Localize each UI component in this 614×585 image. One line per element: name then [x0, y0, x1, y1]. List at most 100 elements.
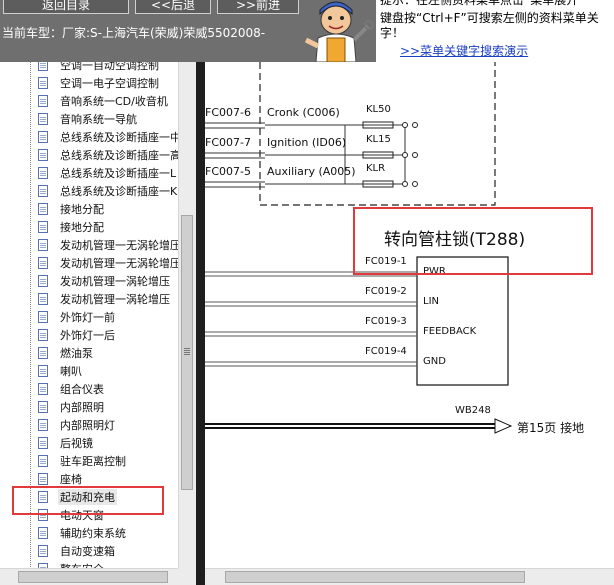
scroll-grip-icon [184, 348, 190, 355]
tree-item[interactable]: 发动机管理一涡轮增压 [0, 290, 178, 308]
tree-item-label: 空调一电子空调控制 [60, 77, 159, 90]
component-highlight-box [353, 207, 593, 275]
document-icon [38, 401, 48, 413]
tree-item[interactable]: 总线系统及诊断插座一中 [0, 128, 181, 146]
scrollbar-corner [178, 568, 196, 585]
tree-item-label: 外饰灯一前 [60, 311, 115, 324]
tree-item[interactable]: 发动机管理一无涡轮增压 [0, 236, 181, 254]
diagram-horizontal-scroll-thumb[interactable] [225, 571, 525, 583]
document-icon [38, 329, 48, 341]
lock-pin-number: FC019-2 [365, 286, 407, 297]
tree-item-label: 燃油泵 [60, 347, 93, 360]
header-bar: 返回目录 <<后退 >>前进 当前车型：厂家:S-上海汽车(荣威)荣威55020… [0, 0, 614, 62]
tree-item-label: 自动变速箱 [60, 545, 115, 558]
panel-splitter[interactable] [196, 62, 205, 585]
document-icon [38, 437, 48, 449]
document-icon [38, 419, 48, 431]
tree-item[interactable]: 音响系统一导航 [0, 110, 178, 128]
tree-item[interactable]: 总线系统及诊断插座一L [0, 164, 178, 182]
tree-item[interactable]: 驻车距离控制 [0, 452, 178, 470]
tree-item-label: 内部照明灯 [60, 419, 115, 432]
tree-item[interactable]: 空调一电子空调控制 [0, 74, 178, 92]
relay-pin-label: FC007-7 [205, 136, 251, 149]
tree-item[interactable]: 外饰灯一前 [0, 308, 178, 326]
tree-item[interactable]: 总线系统及诊断插座一高 [0, 146, 181, 164]
document-icon [38, 545, 48, 557]
tree-item-label: 总线系统及诊断插座一高 [60, 149, 181, 162]
relay-signal-label: Ignition (ID06) [267, 136, 347, 149]
tree-item[interactable]: 空调一自动空调控制 [0, 62, 178, 74]
tree-item[interactable]: 辅助约束系统 [0, 524, 178, 542]
mascot-mechanic-icon [304, 1, 374, 62]
tree-item[interactable]: 内部照明灯 [0, 416, 178, 434]
tree-item[interactable]: 外饰灯一后 [0, 326, 178, 344]
tree-item-label: 接地分配 [60, 203, 104, 216]
lock-pin-number: FC019-4 [365, 346, 407, 357]
tree-item[interactable]: 内部照明 [0, 398, 178, 416]
document-icon [38, 383, 48, 395]
relay-pin-label: FC007-5 [205, 165, 251, 178]
tree-item-label: 发动机管理一涡轮增压 [60, 275, 170, 288]
lock-pin-name: GND [423, 356, 446, 367]
tree-item-label: 外饰灯一后 [60, 329, 115, 342]
tree-item-label: 内部照明 [60, 401, 104, 414]
tree-item-label: 总线系统及诊断插座一K [60, 185, 178, 198]
document-icon [38, 473, 48, 485]
document-icon [38, 77, 48, 89]
tree-item[interactable]: 接地分配 [0, 200, 178, 218]
forward-button[interactable]: >>前进 [217, 0, 299, 14]
tree-item-label: 音响系统一导航 [60, 113, 137, 126]
tree-horizontal-scroll-thumb[interactable] [18, 571, 168, 583]
relay-name-label: KLR [366, 163, 386, 174]
tree-item-label: 驻车距离控制 [60, 455, 126, 468]
tree-item[interactable]: 总线系统及诊断插座一K [0, 182, 178, 200]
relay-name-label: KL15 [366, 134, 391, 145]
document-icon [38, 257, 48, 269]
tree-item-label: 后视镜 [60, 437, 93, 450]
tree-item-label: 空调一自动空调控制 [60, 62, 159, 72]
tree-item[interactable]: 发动机管理一涡轮增压 [0, 272, 178, 290]
tree-item[interactable]: 后视镜 [0, 434, 178, 452]
document-icon [38, 131, 48, 143]
document-icon [38, 167, 48, 179]
tree-item-label: 辅助约束系统 [60, 527, 126, 540]
document-icon [38, 221, 48, 233]
document-icon [38, 95, 48, 107]
document-icon [38, 347, 48, 359]
document-icon [38, 365, 48, 377]
tree-item[interactable]: 接地分配 [0, 218, 178, 236]
keyword-search-demo-link[interactable]: >>菜单关键字搜索演示 [400, 42, 528, 59]
tree-item-label: 总线系统及诊断插座一中 [60, 131, 181, 144]
ground-page-reference[interactable]: 第15页 接地 [517, 419, 584, 436]
tree-item[interactable]: 发动机管理一无涡轮增压 [0, 254, 181, 272]
tree-item[interactable]: 燃油泵 [0, 344, 178, 362]
document-icon [38, 185, 48, 197]
lock-pin-name: FEEDBACK [423, 326, 477, 337]
relay-pin-label: FC007-6 [205, 106, 251, 119]
relay-signal-label: Auxiliary (A005) [267, 165, 356, 178]
document-icon [38, 113, 48, 125]
tree-item[interactable]: 组合仪表 [0, 380, 178, 398]
document-icon [38, 455, 48, 467]
hint-line-3: 字！ [380, 26, 405, 40]
selected-item-highlight-box [12, 486, 164, 515]
document-icon [38, 275, 48, 287]
tree-item-label: 座椅 [60, 473, 82, 486]
document-icon [38, 239, 48, 251]
tree-item-label: 发动机管理一无涡轮增压 [60, 239, 181, 252]
tree-item-label: 发动机管理一涡轮增压 [60, 293, 170, 306]
back-to-catalog-button[interactable]: 返回目录 [3, 0, 129, 14]
document-icon [38, 311, 48, 323]
tree-item-label: 总线系统及诊断插座一L [60, 167, 177, 180]
tree-item-label: 组合仪表 [60, 383, 104, 396]
document-icon [38, 62, 48, 71]
tree-item[interactable]: 自动变速箱 [0, 542, 178, 560]
tree-item[interactable]: 音响系统一CD/收音机 [0, 92, 178, 110]
current-car-label: 当前车型：厂家:S-上海汽车(荣威)荣威5502008- [2, 26, 266, 40]
tree-item-label: 发动机管理一无涡轮增压 [60, 257, 181, 270]
lock-pin-name: LIN [423, 296, 440, 307]
document-icon [38, 203, 48, 215]
tree-item[interactable]: 喇叭 [0, 362, 178, 380]
back-button[interactable]: <<后退 [135, 0, 211, 14]
tree-item-label: 喇叭 [60, 365, 82, 378]
